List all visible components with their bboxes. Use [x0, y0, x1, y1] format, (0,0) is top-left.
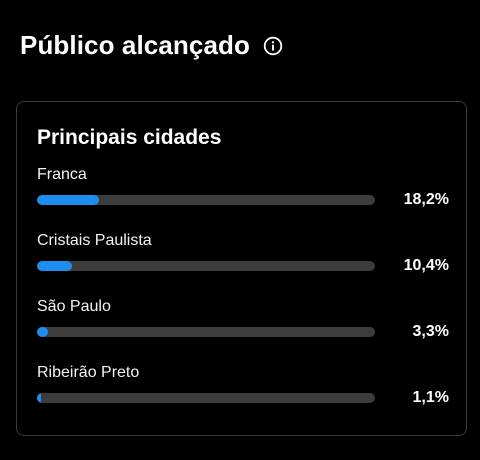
city-name: Cristais Paulista [37, 232, 152, 249]
progress-track [37, 261, 375, 271]
city-name: São Paulo [37, 298, 111, 315]
progress-track [37, 195, 375, 205]
progress-track [37, 393, 375, 403]
city-row-cristais-paulista: Cristais Paulista 10,4% [37, 232, 449, 282]
top-cities-card: Principais cidades Franca 18,2% Cristais… [16, 101, 467, 436]
progress-fill [37, 195, 99, 205]
progress-fill [37, 327, 49, 337]
city-name: Franca [37, 166, 87, 183]
city-percent: 3,3% [412, 323, 449, 340]
city-name: Ribeirão Preto [37, 364, 140, 381]
city-row-sao-paulo: São Paulo 3,3% [37, 298, 449, 348]
progress-track [37, 327, 375, 337]
info-icon[interactable] [262, 35, 284, 57]
page-title: Público alcançado [20, 30, 250, 60]
progress-fill [37, 393, 41, 403]
city-percent: 1,1% [412, 389, 449, 406]
city-row-ribeirao-preto: Ribeirão Preto 1,1% [37, 364, 449, 414]
page-header: Público alcançado [20, 30, 284, 61]
progress-fill [37, 261, 73, 271]
card-title: Principais cidades [37, 126, 222, 149]
city-row-franca: Franca 18,2% [37, 166, 449, 216]
city-percent: 18,2% [403, 191, 449, 208]
city-percent: 10,4% [403, 257, 449, 274]
